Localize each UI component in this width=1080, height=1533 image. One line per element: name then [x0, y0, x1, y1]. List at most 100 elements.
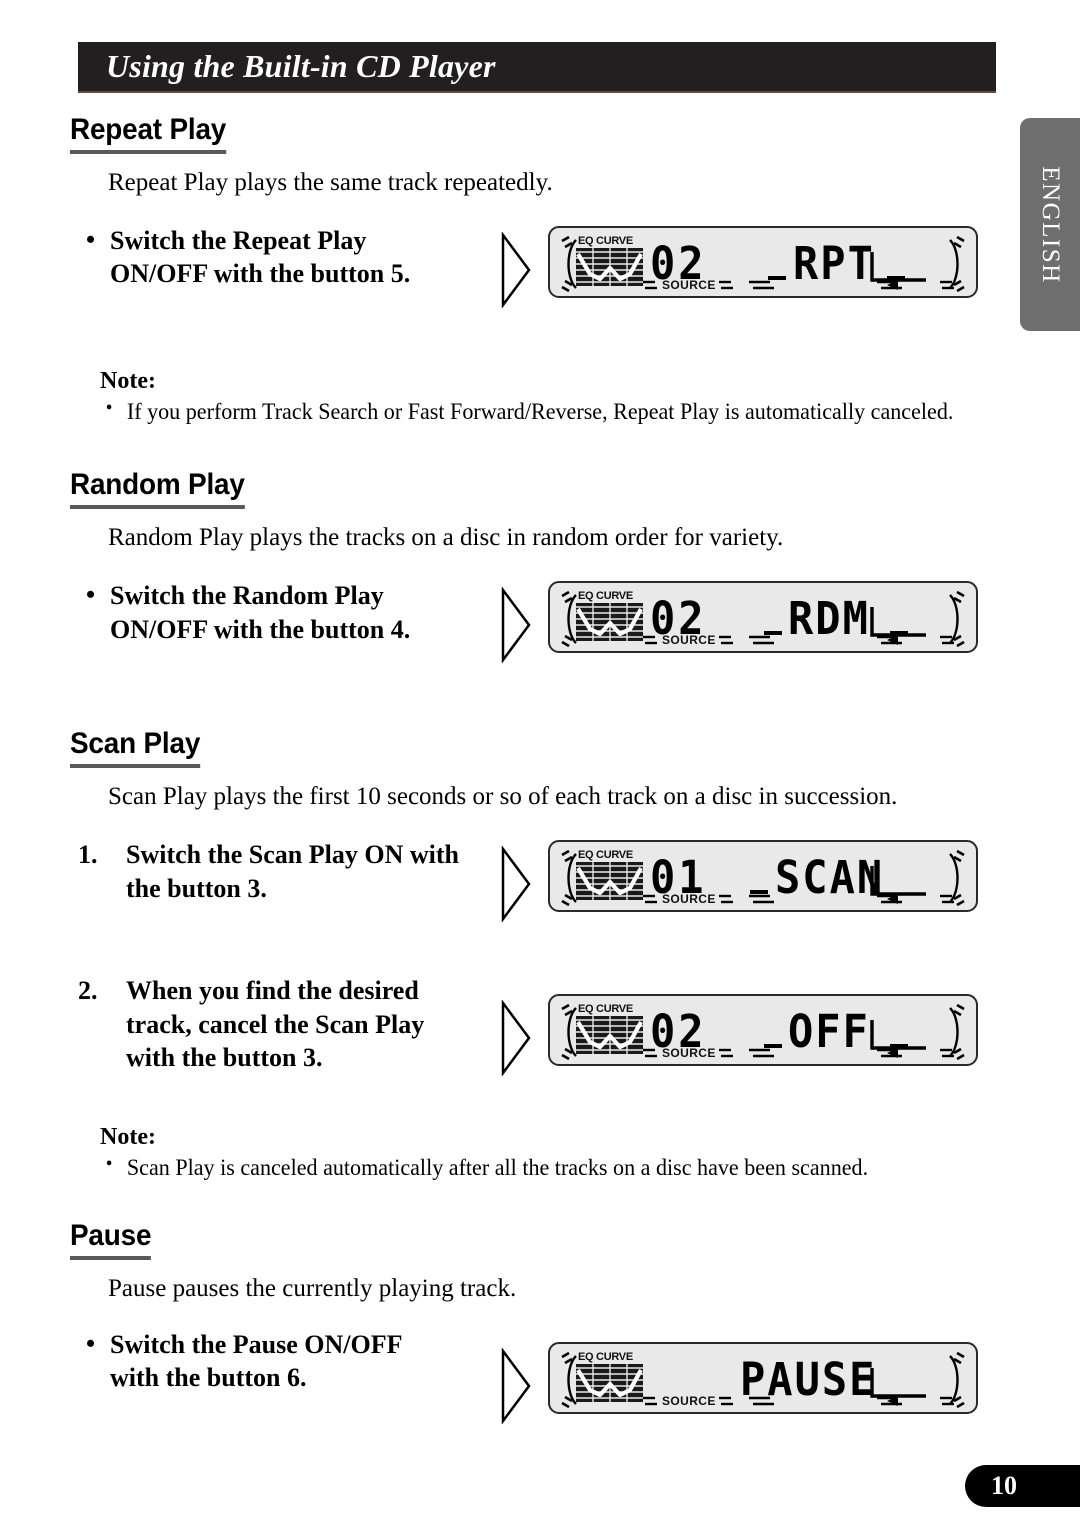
pointer-triangle-icon [501, 232, 531, 308]
lcd-right-bracket-icon [949, 236, 965, 292]
lcd-panel: EQ CURVE 02 OFF SOURCE [548, 994, 978, 1067]
instruction-line: Switch the Pause ON/OFF [78, 1327, 498, 1361]
source-ticks-icon [643, 280, 657, 290]
eq-curve-label: EQ CURVE [578, 849, 633, 862]
page-content: Repeat Play Repeat Play plays the same t… [0, 105, 1010, 1438]
section-repeat-play: Repeat Play Repeat Play plays the same t… [0, 113, 1010, 426]
instruction-line: 1. Switch the Scan Play ON with [78, 838, 548, 871]
instruction-text: 1. Switch the Scan Play ON with the butt… [78, 838, 548, 905]
language-tab-english: ENGLISH [1020, 118, 1080, 331]
instruction-line: with the button 6. [110, 1362, 307, 1392]
eq-curve-label: EQ CURVE [578, 1003, 633, 1016]
instruction-line: Switch the Repeat Play [78, 223, 498, 257]
lcd-right-bracket-icon [949, 850, 965, 907]
page-title: Using the Built-in CD Player [106, 47, 496, 84]
eq-curve-label: EQ CURVE [578, 590, 633, 603]
header-accent-rule [78, 91, 996, 93]
lcd-dash-marks-icon [749, 280, 774, 290]
pointer-triangle-icon [501, 1347, 531, 1424]
page-header-bar: Using the Built-in CD Player [78, 42, 996, 91]
lcd-status-text: OFF [788, 1005, 870, 1058]
page-number-badge: 10 [965, 1465, 1080, 1507]
lcd-bracket-box-icon [870, 1367, 926, 1398]
lcd-status-text: RPT [793, 236, 875, 290]
eq-curve-graphic-icon [576, 1363, 643, 1402]
source-ticks-icon [643, 1049, 657, 1058]
lcd-panel: EQ CURVE 02 RDM SOURCE [548, 581, 978, 654]
lcd-panel: EQ CURVE PAUSE SOURCE [548, 1341, 978, 1414]
section-heading: Pause [70, 1219, 151, 1260]
source-ticks-icon [719, 280, 733, 290]
section-description: Random Play plays the tracks on a disc i… [108, 524, 784, 552]
instruction-line: ON/OFF with the button 5. [110, 259, 411, 289]
lcd-right-bracket-icon [949, 591, 965, 648]
instruction-text: Switch the Random Play ON/OFF with the b… [78, 578, 498, 646]
step-number: 2. [78, 976, 98, 1006]
source-label: SOURCE [662, 278, 716, 292]
note-item: Scan Play is canceled automatically afte… [100, 1152, 974, 1183]
source-ticks-icon [643, 1396, 657, 1405]
source-label: SOURCE [662, 1046, 716, 1061]
language-tab-label: ENGLISH [1037, 165, 1064, 284]
instruction-row: Switch the Pause ON/OFF with the button … [0, 1327, 1010, 1438]
pointer-triangle-icon [501, 846, 531, 923]
lcd-dash-marks-icon [749, 636, 774, 645]
note-block: Note: If you perform Track Search or Fas… [100, 368, 1010, 426]
source-ticks-icon [719, 895, 733, 904]
lcd-panel: EQ CURVE 02 RPT SOURCE [548, 226, 978, 298]
lcd-dash-marks-icon [749, 895, 774, 904]
source-ticks-icon [719, 1049, 733, 1058]
step-number: 1. [78, 840, 98, 870]
pointer-triangle-icon [501, 587, 531, 664]
note-title: Note: [100, 1124, 156, 1151]
instruction-line: track, cancel the Scan Play [126, 1009, 425, 1039]
instruction-text: 2. When you find the desired track, canc… [78, 974, 548, 1074]
note-block: Note: Scan Play is canceled automaticall… [100, 1124, 1010, 1182]
lcd-right-bracket-icon [949, 1004, 965, 1061]
section-description: Scan Play plays the first 10 seconds or … [108, 783, 898, 811]
source-label: SOURCE [662, 892, 716, 907]
lcd-bracket-box-icon [870, 1020, 926, 1051]
section-heading: Repeat Play [70, 113, 226, 154]
step-text: Switch the Scan Play ON with [126, 840, 459, 870]
instruction-line: ON/OFF with the button 4. [110, 614, 411, 644]
lcd-bracket-box-icon [870, 252, 926, 282]
lcd-bracket-box-icon [870, 607, 926, 638]
lcd-dash-marks-icon [749, 1396, 774, 1405]
section-heading: Scan Play [70, 727, 200, 769]
section-scan-play: Scan Play Scan Play plays the first 10 s… [0, 727, 1010, 1182]
lcd-status-text: RDM [788, 592, 870, 645]
instruction-line: Switch the Random Play [78, 578, 498, 612]
pointer-triangle-icon [501, 1000, 531, 1077]
source-ticks-icon [719, 1396, 733, 1405]
eq-curve-graphic-icon [576, 248, 643, 286]
instruction-line: 2. When you find the desired [78, 974, 548, 1007]
source-ticks-icon [643, 636, 657, 645]
section-heading: Random Play [70, 468, 245, 510]
instruction-text: Switch the Repeat Play ON/OFF with the b… [78, 223, 498, 291]
instruction-text: Switch the Pause ON/OFF with the button … [78, 1327, 498, 1395]
note-title: Note: [100, 368, 156, 394]
instruction-row: 2. When you find the desired track, canc… [0, 974, 1010, 1102]
eq-curve-graphic-icon [576, 862, 643, 901]
source-label: SOURCE [662, 633, 716, 648]
instruction-line: with the button 3. [126, 1042, 323, 1072]
lcd-panel: EQ CURVE 01 SCAN SOURCE [548, 840, 978, 913]
instruction-row: Switch the Repeat Play ON/OFF with the b… [0, 223, 1010, 334]
instruction-line: the button 3. [126, 873, 267, 903]
eq-curve-label: EQ CURVE [578, 235, 633, 247]
lcd-dash-marks-icon [749, 1049, 774, 1058]
section-random-play: Random Play Random Play plays the tracks… [0, 468, 1010, 691]
eq-curve-graphic-icon [576, 603, 643, 642]
eq-curve-graphic-icon [576, 1016, 643, 1055]
source-ticks-icon [643, 895, 657, 904]
note-item: If you perform Track Search or Fast Forw… [100, 396, 974, 427]
source-ticks-icon [719, 636, 733, 645]
source-label: SOURCE [662, 1393, 716, 1408]
instruction-row: Switch the Random Play ON/OFF with the b… [0, 578, 1010, 691]
eq-curve-label: EQ CURVE [578, 1350, 633, 1363]
page-number-text: 10 [991, 1471, 1017, 1500]
section-pause: Pause Pause pauses the currently playing… [0, 1219, 1010, 1438]
lcd-bracket-box-icon [870, 866, 926, 897]
section-description: Pause pauses the currently playing track… [108, 1274, 517, 1302]
